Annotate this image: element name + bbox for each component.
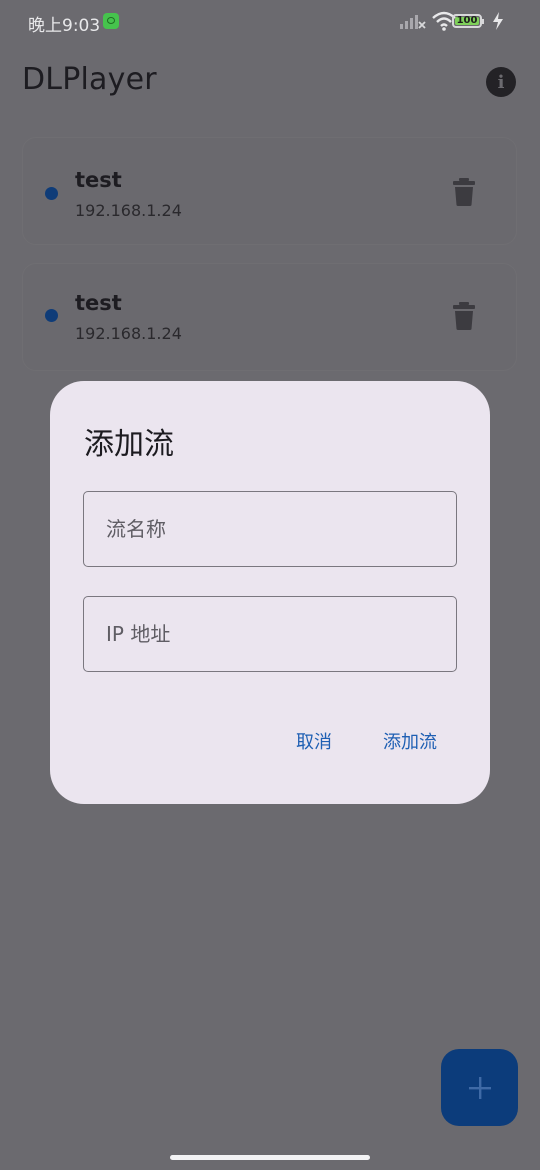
plus-icon [468, 1076, 491, 1099]
app-title: DLPlayer [22, 62, 157, 97]
stream-name: test [75, 291, 122, 315]
status-bar: 晚上9:03 100 [0, 0, 540, 44]
charging-icon [493, 12, 503, 30]
dialog-title: 添加流 [84, 427, 174, 462]
info-icon[interactable]: i [486, 67, 516, 97]
add-stream-button[interactable]: 添加流 [383, 728, 437, 754]
stream-name: test [75, 168, 122, 192]
cancel-button[interactable]: 取消 [296, 728, 332, 754]
signal-icon [400, 15, 426, 29]
stream-ip: 192.168.1.24 [75, 201, 182, 220]
add-button[interactable] [441, 1049, 518, 1126]
stream-card[interactable]: test 192.168.1.24 [22, 263, 517, 371]
status-dot [45, 187, 58, 200]
status-time: 晚上9:03 [28, 16, 101, 36]
delete-icon[interactable] [453, 178, 475, 206]
status-dot [45, 309, 58, 322]
stream-ip: 192.168.1.24 [75, 324, 182, 343]
stream-card[interactable]: test 192.168.1.24 [22, 137, 517, 245]
ip-address-field[interactable] [83, 596, 457, 672]
battery-icon: 100 [452, 14, 484, 28]
app-notification-icon [103, 13, 119, 29]
stream-name-field[interactable] [83, 491, 457, 567]
battery-level: 100 [456, 15, 478, 26]
delete-icon[interactable] [453, 302, 475, 330]
home-indicator[interactable] [170, 1155, 370, 1160]
add-stream-dialog: 添加流 取消 添加流 [50, 381, 490, 804]
